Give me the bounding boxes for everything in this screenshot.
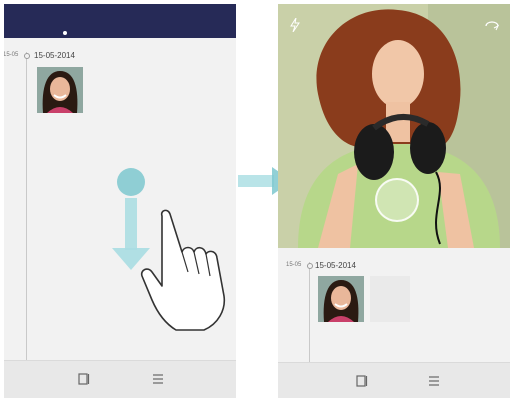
switch-camera-icon[interactable] <box>484 20 500 32</box>
panel-icon[interactable] <box>78 373 90 385</box>
menu-icon[interactable] <box>152 373 164 385</box>
timeline-date: 15-05-2014 <box>315 261 356 270</box>
panel-icon[interactable] <box>356 375 368 387</box>
timeline-date: 15-05-2014 <box>34 51 75 60</box>
photo-thumbnail[interactable] <box>318 276 364 322</box>
new-photo-placeholder <box>370 276 410 322</box>
camera-viewfinder[interactable] <box>278 4 510 248</box>
shutter-button[interactable] <box>375 178 419 222</box>
timeline-node <box>24 53 30 59</box>
timeline-line <box>309 262 310 362</box>
timeline-date-short: 15-05 <box>4 52 19 58</box>
flash-icon[interactable] <box>290 18 300 32</box>
portrait-image <box>37 67 83 113</box>
gallery-timeline-screen: 15-05 15-05-2014 <box>4 4 236 398</box>
portrait-image <box>318 276 364 322</box>
swipe-down-gesture <box>112 168 226 331</box>
timeline-date-short: 15-05 <box>286 262 302 268</box>
menu-icon[interactable] <box>428 375 440 387</box>
bottom-bar <box>4 360 236 398</box>
timeline-line <box>26 52 27 360</box>
timeline-node <box>307 263 313 269</box>
page-indicator-dot <box>63 31 67 35</box>
bottom-bar <box>278 362 510 398</box>
app-header <box>4 4 236 38</box>
photo-thumbnail[interactable] <box>37 67 83 113</box>
camera-gallery-screen: 15-05 15-05-2014 <box>278 4 510 398</box>
